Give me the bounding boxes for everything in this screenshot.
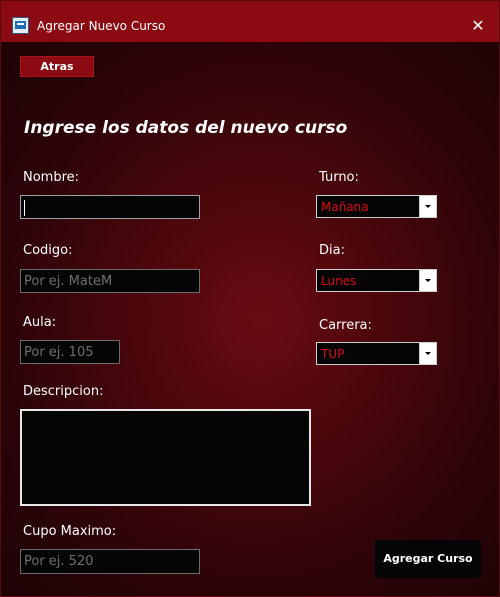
carrera-label: Carrera: [319, 318, 372, 333]
app-icon-line [17, 23, 24, 25]
carrera-selected-value: TUP [321, 347, 345, 361]
descripcion-label: Descripcion: [23, 384, 104, 399]
window-title: Agregar Nuevo Curso [37, 19, 166, 33]
dia-select[interactable]: Lunes [316, 269, 437, 292]
aula-input[interactable] [20, 340, 120, 364]
app-window: Agregar Nuevo Curso ✕ Atras Ingrese los … [0, 0, 500, 597]
form-heading: Ingrese los datos del nuevo curso [24, 118, 348, 138]
turno-selected-value: Mañana [321, 200, 369, 214]
descripcion-textarea[interactable] [20, 409, 311, 506]
add-course-button[interactable]: Agregar Curso [375, 540, 481, 578]
cupo-input[interactable] [20, 549, 200, 574]
nombre-label: Nombre: [23, 170, 80, 185]
turno-label: Turno: [319, 170, 359, 185]
carrera-select[interactable]: TUP [316, 342, 437, 365]
dia-selected-value: Lunes [321, 274, 357, 288]
close-icon[interactable]: ✕ [465, 14, 491, 38]
chevron-down-icon[interactable] [419, 343, 436, 364]
app-form-icon [12, 17, 29, 34]
codigo-input[interactable] [20, 269, 200, 293]
back-button[interactable]: Atras [20, 56, 94, 77]
cupo-label: Cupo Maximo: [23, 524, 117, 539]
form-panel: Atras Ingrese los datos del nuevo curso … [1, 42, 499, 596]
aula-label: Aula: [23, 315, 57, 330]
codigo-label: Codigo: [23, 243, 73, 258]
chevron-down-icon[interactable] [419, 270, 436, 291]
dia-label: Dia: [319, 243, 345, 258]
turno-select[interactable]: Mañana [316, 195, 437, 218]
title-bar[interactable]: Agregar Nuevo Curso ✕ [1, 1, 499, 42]
nombre-input[interactable] [20, 195, 200, 219]
text-caret [24, 200, 25, 216]
chevron-down-icon[interactable] [419, 196, 436, 217]
